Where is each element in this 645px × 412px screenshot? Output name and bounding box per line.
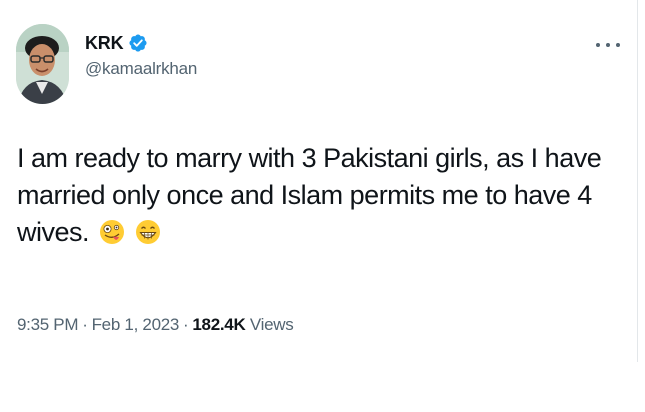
separator: · (82, 315, 88, 334)
name-row: KRK (85, 30, 197, 56)
verified-badge-icon (129, 34, 147, 52)
tweet-text: I am ready to marry with 3 Pakistani gir… (17, 140, 617, 251)
dot (596, 43, 600, 47)
author-block: KRK @kamaalrkhan (85, 30, 197, 79)
grinning-face-emoji (136, 220, 161, 244)
card-border (637, 0, 638, 362)
more-options-icon[interactable] (596, 38, 620, 52)
handle[interactable]: @kamaalrkhan (85, 59, 197, 79)
views-label: Views (249, 315, 294, 334)
views-count[interactable]: 182.4K (192, 315, 245, 334)
zany-face-emoji (100, 220, 125, 244)
tweet-meta: 9:35 PM · Feb 1, 2023 · 182.4K Views (17, 315, 294, 335)
avatar-image (16, 24, 69, 104)
dot (606, 43, 610, 47)
avatar[interactable] (16, 24, 69, 104)
tweet-date[interactable]: Feb 1, 2023 (92, 315, 180, 334)
tweet-time[interactable]: 9:35 PM (17, 315, 79, 334)
separator: · (183, 315, 189, 334)
display-name[interactable]: KRK (85, 33, 124, 54)
dot (616, 43, 620, 47)
page: KRK @kamaalrkhan I am ready to marry wit… (0, 0, 645, 412)
tweet-card[interactable]: KRK @kamaalrkhan I am ready to marry wit… (0, 0, 637, 362)
